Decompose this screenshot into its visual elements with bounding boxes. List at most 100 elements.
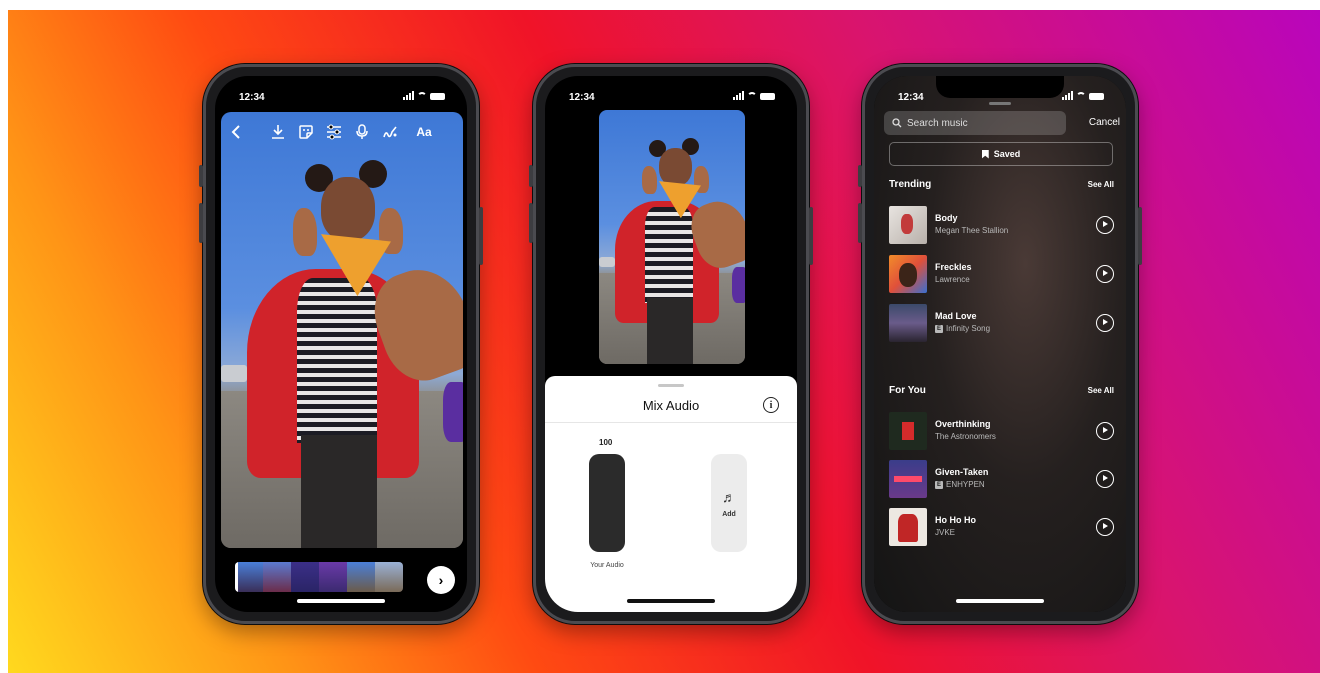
timeline-playhead[interactable] [235, 562, 238, 592]
see-all-trending[interactable]: See All [1088, 180, 1114, 189]
track-artist: Lawrence [935, 275, 970, 284]
track-artist: Megan Thee Stallion [935, 226, 1009, 235]
cancel-button[interactable]: Cancel [1089, 117, 1120, 128]
album-art [889, 508, 927, 546]
play-icon[interactable] [1096, 265, 1114, 283]
side-button [199, 165, 203, 187]
explicit-badge: E [935, 324, 943, 333]
section-title-trending: Trending [889, 179, 932, 190]
album-art [889, 304, 927, 342]
status-time: 12:34 [239, 92, 265, 103]
home-indicator [956, 599, 1044, 603]
play-icon[interactable] [1096, 314, 1114, 332]
search-music-input[interactable]: Search music [884, 111, 1066, 135]
side-button [529, 165, 533, 187]
explicit-badge: E [935, 480, 943, 489]
play-icon[interactable] [1096, 518, 1114, 536]
add-audio-button[interactable]: ♬ Add [711, 454, 747, 552]
adjust-sliders-icon[interactable] [325, 122, 343, 142]
signal-icon [733, 91, 744, 100]
track-name: Freckles [935, 262, 972, 272]
your-audio-volume-slider[interactable] [589, 454, 625, 552]
your-audio-volume-value: 100 [599, 438, 613, 447]
side-button [479, 207, 483, 265]
track-name: Mad Love [935, 311, 977, 321]
see-all-for-you[interactable]: See All [1088, 386, 1114, 395]
video-timeline[interactable] [235, 562, 403, 592]
back-chevron-icon[interactable] [229, 122, 243, 142]
side-button [529, 203, 533, 243]
track-name: Given-Taken [935, 467, 989, 477]
track-row[interactable]: Given-Taken E ENHYPEN [889, 460, 1114, 500]
phone-story-editor: 12:34 Aa › [199, 64, 483, 624]
text-tool-button[interactable]: Aa [411, 122, 437, 142]
wifi-icon [1076, 92, 1086, 100]
home-indicator [297, 599, 385, 603]
status-icons [1062, 91, 1104, 100]
draw-scribble-icon[interactable] [381, 122, 399, 142]
home-indicator [627, 599, 715, 603]
battery-icon [430, 93, 445, 100]
sheet-title: Mix Audio [642, 398, 700, 413]
sticker-icon[interactable] [297, 122, 315, 142]
album-art [889, 460, 927, 498]
battery-icon [1089, 93, 1104, 100]
signal-icon [1062, 91, 1073, 100]
album-art [889, 412, 927, 450]
music-note-icon: ♬ [722, 488, 736, 505]
microphone-icon[interactable] [353, 122, 371, 142]
status-bar: 12:34 [215, 76, 467, 110]
status-icons [733, 91, 775, 100]
track-row[interactable]: Freckles Lawrence [889, 255, 1114, 295]
status-bar: 12:34 [874, 76, 1126, 110]
divider [545, 422, 797, 423]
search-placeholder: Search music [907, 117, 968, 129]
next-button[interactable]: › [427, 566, 455, 594]
side-button [199, 203, 203, 243]
album-art [889, 206, 927, 244]
your-audio-label: Your Audio [590, 562, 624, 569]
wifi-icon [747, 92, 757, 100]
story-photo [221, 112, 463, 548]
track-artist: E ENHYPEN [935, 480, 985, 489]
track-name: Overthinking [935, 419, 991, 429]
album-art [889, 255, 927, 293]
battery-icon [760, 93, 775, 100]
bookmark-icon [981, 149, 989, 159]
play-icon[interactable] [1096, 216, 1114, 234]
side-button [858, 165, 862, 187]
screen: 12:34 Search music Cancel Saved Trending… [874, 76, 1126, 612]
track-row[interactable]: Overthinking The Astronomers [889, 412, 1114, 452]
status-time: 12:34 [898, 92, 924, 103]
status-bar: 12:34 [545, 76, 797, 110]
add-audio-label: Add [722, 510, 736, 518]
phone-music-search: 12:34 Search music Cancel Saved Trending… [858, 64, 1142, 624]
track-artist: JVKE [935, 528, 956, 537]
phone-mix-audio: 12:34 Mix Audio i 100 Your Audio ♬ Add [529, 64, 813, 624]
wifi-icon [417, 92, 427, 100]
track-name: Ho Ho Ho [935, 515, 976, 525]
status-time: 12:34 [569, 92, 595, 103]
screen: 12:34 Aa › [215, 76, 467, 612]
track-artist: The Astronomers [935, 432, 996, 441]
track-row[interactable]: Ho Ho Ho JVKE [889, 508, 1114, 548]
mix-audio-sheet: Mix Audio i 100 Your Audio ♬ Add [545, 376, 797, 612]
search-icon [892, 118, 902, 128]
story-preview [599, 110, 745, 364]
track-artist: E Infinity Song [935, 324, 991, 333]
side-button [858, 203, 862, 243]
sheet-grabber[interactable] [658, 384, 684, 387]
side-button [809, 207, 813, 265]
play-icon[interactable] [1096, 422, 1114, 440]
status-icons [403, 91, 445, 100]
side-button [1138, 207, 1142, 265]
info-icon[interactable]: i [763, 397, 779, 413]
play-icon[interactable] [1096, 470, 1114, 488]
track-row[interactable]: Mad Love E Infinity Song [889, 304, 1114, 344]
track-row[interactable]: Body Megan Thee Stallion [889, 206, 1114, 246]
saved-button[interactable]: Saved [889, 142, 1113, 166]
signal-icon [403, 91, 414, 100]
editor-toolbar: Aa [215, 122, 467, 148]
download-icon[interactable] [269, 122, 287, 142]
section-title-for-you: For You [889, 385, 926, 396]
